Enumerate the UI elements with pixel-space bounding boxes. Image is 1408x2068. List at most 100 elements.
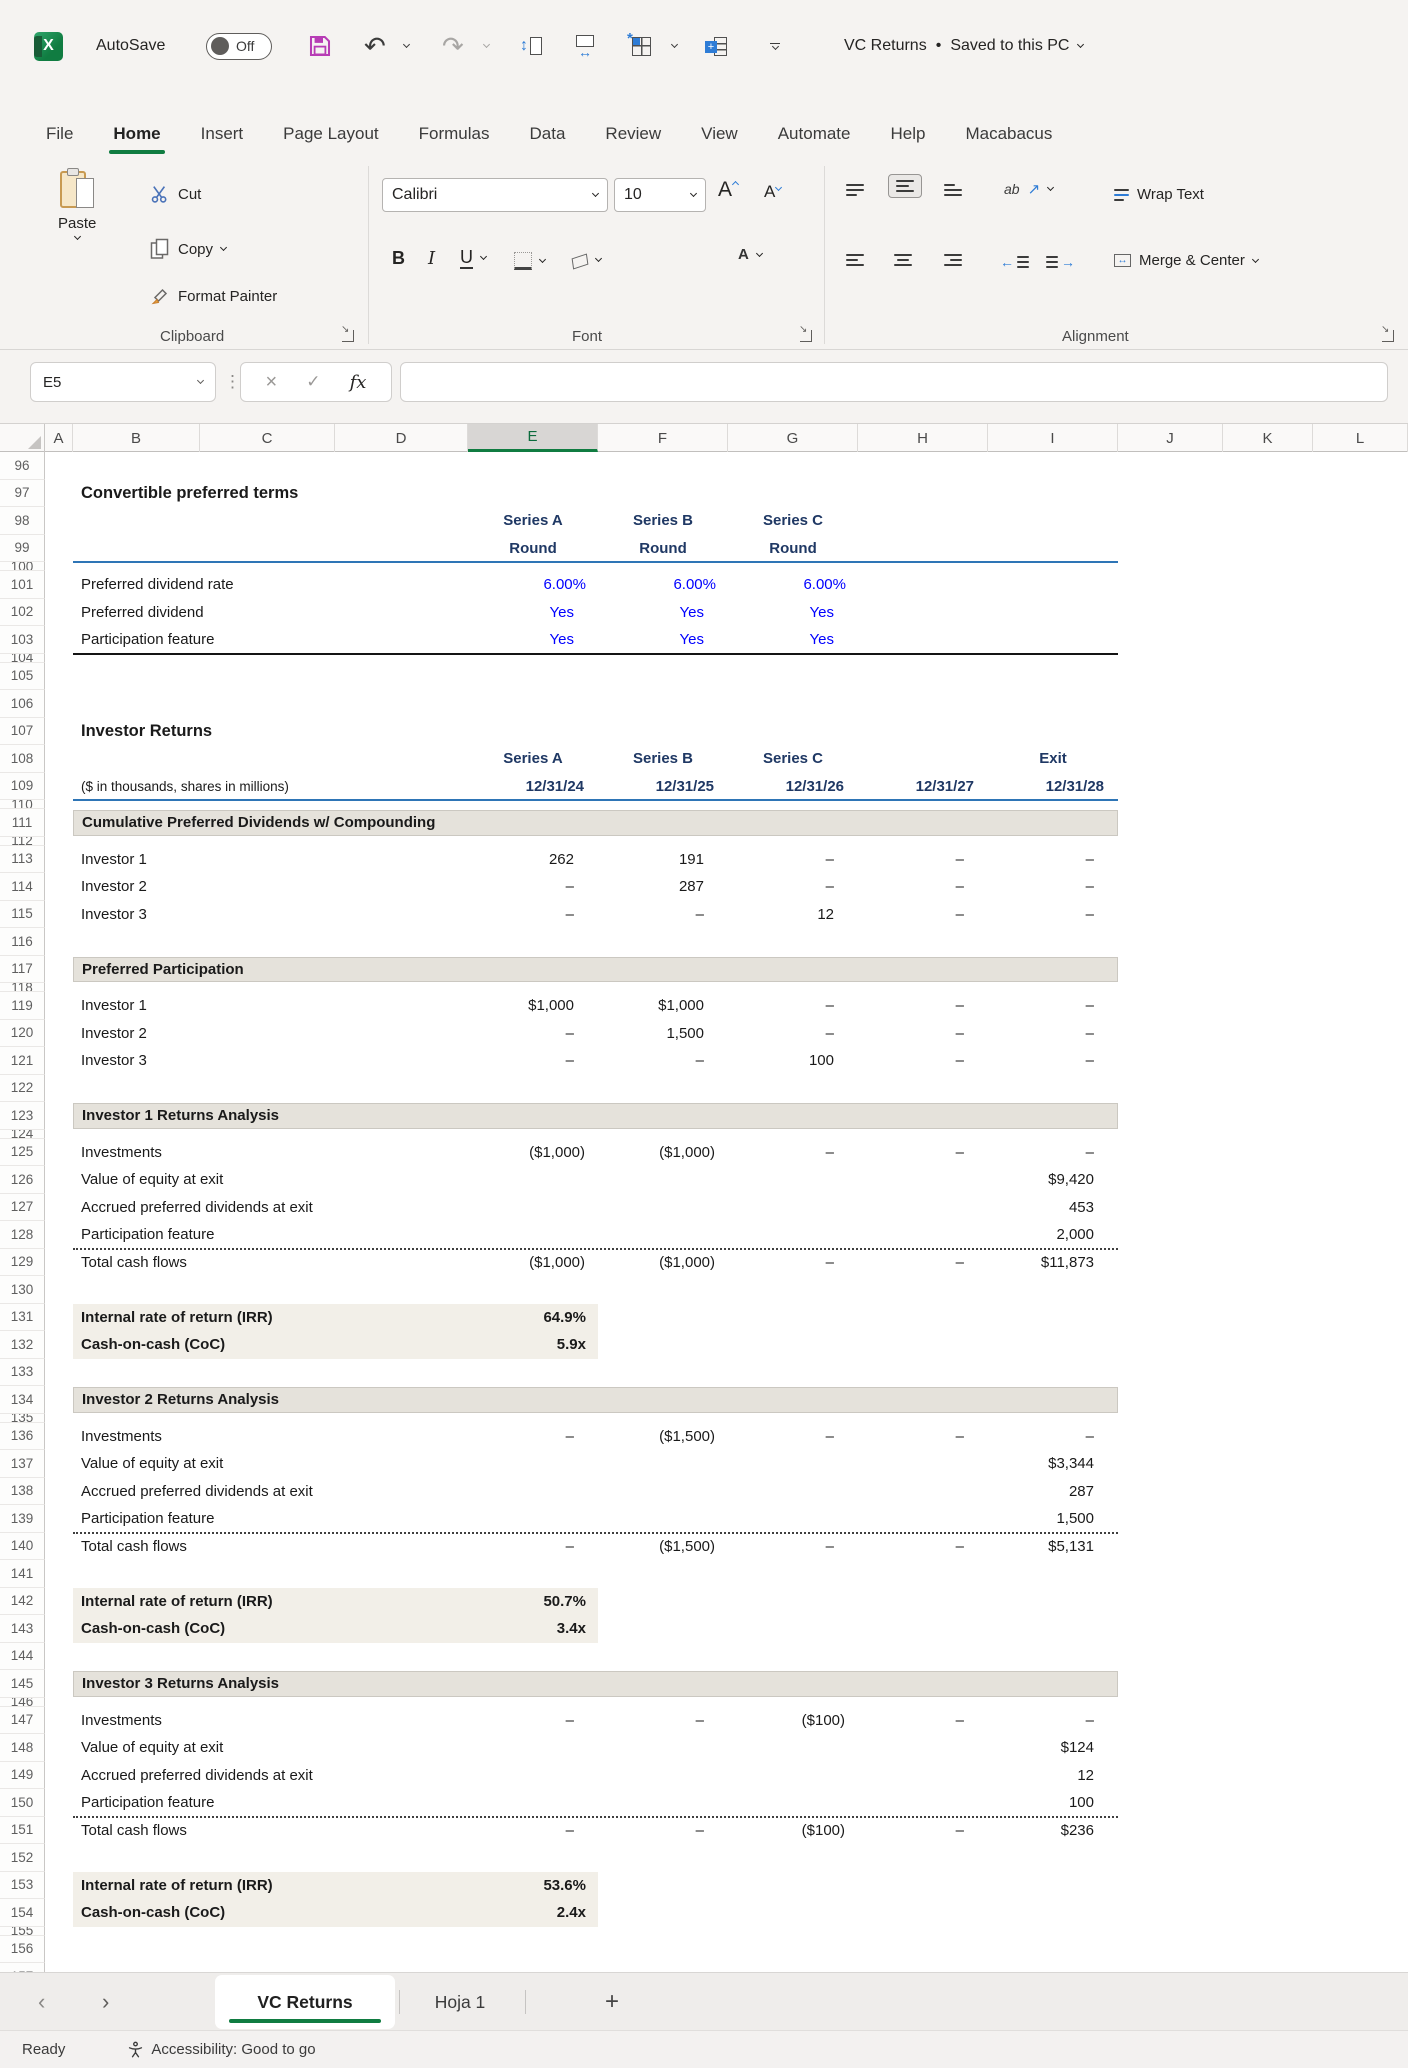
tab-home[interactable]: Home bbox=[93, 112, 180, 156]
row-header-146[interactable]: 146 bbox=[0, 1698, 45, 1707]
cell-G125[interactable]: – bbox=[728, 1139, 858, 1167]
row-header-142[interactable]: 142 bbox=[0, 1588, 45, 1616]
tab-data[interactable]: Data bbox=[510, 112, 586, 156]
qat-overflow-icon[interactable] bbox=[770, 24, 780, 68]
bottom-align-button[interactable] bbox=[944, 184, 962, 196]
cell-G113[interactable]: – bbox=[728, 846, 858, 874]
row-header-126[interactable]: 126 bbox=[0, 1166, 45, 1194]
tab-macabacus[interactable]: Macabacus bbox=[945, 112, 1072, 156]
cell-B127[interactable]: Accrued preferred dividends at exit bbox=[73, 1194, 200, 1222]
tab-view[interactable]: View bbox=[681, 112, 758, 156]
cell-G120[interactable]: – bbox=[728, 1020, 858, 1048]
cell-F115[interactable]: – bbox=[598, 901, 728, 929]
merge-center-button[interactable]: ↔ Merge & Center bbox=[1114, 252, 1258, 269]
row-header-112[interactable]: 112 bbox=[0, 837, 45, 846]
select-all-button[interactable] bbox=[0, 424, 45, 452]
row-header-100[interactable]: 100 bbox=[0, 562, 45, 571]
cell-E151[interactable]: – bbox=[468, 1817, 598, 1845]
cell-B101[interactable]: Preferred dividend rate bbox=[73, 571, 200, 599]
cell-B131[interactable]: Internal rate of return (IRR) bbox=[73, 1304, 200, 1332]
save-icon[interactable] bbox=[308, 24, 332, 68]
cell-F103[interactable]: Yes bbox=[598, 626, 728, 654]
cell-E154[interactable]: 2.4x bbox=[468, 1899, 598, 1927]
cell-E121[interactable]: – bbox=[468, 1047, 598, 1075]
cell-I121[interactable]: – bbox=[988, 1047, 1118, 1075]
previous-sheet-icon[interactable]: ‹ bbox=[38, 1973, 45, 2031]
cell-F119[interactable]: $1,000 bbox=[598, 992, 728, 1020]
row-header-157[interactable]: 157 bbox=[0, 1963, 45, 1972]
cell-G99[interactable]: Round bbox=[728, 535, 858, 563]
cell-G114[interactable]: – bbox=[728, 873, 858, 901]
cell-I151[interactable]: $236 bbox=[988, 1817, 1118, 1845]
cell-I108[interactable]: Exit bbox=[988, 745, 1118, 773]
cell-I148[interactable]: $124 bbox=[988, 1734, 1118, 1762]
excel-logo-icon[interactable]: X bbox=[34, 24, 63, 68]
accessibility-status[interactable]: Accessibility: Good to go bbox=[127, 2041, 315, 2058]
cell-F151[interactable]: – bbox=[598, 1817, 728, 1845]
cell-F140[interactable]: ($1,500) bbox=[598, 1533, 728, 1561]
cell-B119[interactable]: Investor 1 bbox=[73, 992, 200, 1020]
cell-E140[interactable]: – bbox=[468, 1533, 598, 1561]
cell-B103[interactable]: Participation feature bbox=[73, 626, 200, 654]
row-header-127[interactable]: 127 bbox=[0, 1194, 45, 1222]
cell-H147[interactable]: – bbox=[858, 1707, 988, 1735]
middle-align-button[interactable] bbox=[888, 174, 922, 198]
increase-indent-button[interactable]: → bbox=[1046, 254, 1075, 270]
cell-B138[interactable]: Accrued preferred dividends at exit bbox=[73, 1478, 200, 1506]
cell-B142[interactable]: Internal rate of return (IRR) bbox=[73, 1588, 200, 1616]
row-header-113[interactable]: 113 bbox=[0, 846, 45, 874]
row-header-151[interactable]: 151 bbox=[0, 1817, 45, 1845]
cell-B153[interactable]: Internal rate of return (IRR) bbox=[73, 1872, 200, 1900]
cell-E153[interactable]: 53.6% bbox=[468, 1872, 598, 1900]
cell-F109[interactable]: 12/31/25 bbox=[598, 773, 728, 801]
cell-G103[interactable]: Yes bbox=[728, 626, 858, 654]
redo-chevron-icon[interactable] bbox=[484, 24, 489, 68]
column-header-H[interactable]: H bbox=[858, 424, 988, 452]
cell-B139[interactable]: Participation feature bbox=[73, 1505, 200, 1533]
cell-E115[interactable]: – bbox=[468, 901, 598, 929]
row-header-148[interactable]: 148 bbox=[0, 1734, 45, 1762]
cell-E114[interactable]: – bbox=[468, 873, 598, 901]
row-header-156[interactable]: 156 bbox=[0, 1936, 45, 1964]
cell-I140[interactable]: $5,131 bbox=[988, 1533, 1118, 1561]
formula-bar-grip-icon[interactable]: ⋮ bbox=[224, 372, 241, 392]
row-header-144[interactable]: 144 bbox=[0, 1643, 45, 1671]
row-header-97[interactable]: 97 bbox=[0, 480, 45, 508]
cell-E102[interactable]: Yes bbox=[468, 599, 598, 627]
cell-E98[interactable]: Series A bbox=[468, 507, 598, 535]
row-header-98[interactable]: 98 bbox=[0, 507, 45, 535]
cell-H113[interactable]: – bbox=[858, 846, 988, 874]
cell-B121[interactable]: Investor 3 bbox=[73, 1047, 200, 1075]
cell-I139[interactable]: 1,500 bbox=[988, 1505, 1118, 1533]
row-header-109[interactable]: 109 bbox=[0, 773, 45, 801]
align-center-button[interactable] bbox=[894, 254, 912, 266]
cell-E132[interactable]: 5.9x bbox=[468, 1331, 598, 1359]
cell-E119[interactable]: $1,000 bbox=[468, 992, 598, 1020]
cell-E113[interactable]: 262 bbox=[468, 846, 598, 874]
cut-button[interactable]: Cut bbox=[150, 184, 201, 204]
column-header-C[interactable]: C bbox=[200, 424, 335, 452]
insert-cells-icon[interactable] bbox=[706, 24, 727, 68]
row-header-129[interactable]: 129 bbox=[0, 1249, 45, 1277]
column-header-L[interactable]: L bbox=[1313, 424, 1408, 452]
row-header-137[interactable]: 137 bbox=[0, 1450, 45, 1478]
row-header-107[interactable]: 107 bbox=[0, 718, 45, 746]
row-header-140[interactable]: 140 bbox=[0, 1533, 45, 1561]
cell-E109[interactable]: 12/31/24 bbox=[468, 773, 598, 801]
cell-I129[interactable]: $11,873 bbox=[988, 1249, 1118, 1277]
orientation-button[interactable]: ab ↗ bbox=[1004, 180, 1053, 198]
cell-F121[interactable]: – bbox=[598, 1047, 728, 1075]
row-header-105[interactable]: 105 bbox=[0, 663, 45, 691]
row-header-106[interactable]: 106 bbox=[0, 690, 45, 718]
cell-G102[interactable]: Yes bbox=[728, 599, 858, 627]
row-header-125[interactable]: 125 bbox=[0, 1139, 45, 1167]
cell-B113[interactable]: Investor 1 bbox=[73, 846, 200, 874]
cell-G136[interactable]: – bbox=[728, 1423, 858, 1451]
font-size-select[interactable]: 10 bbox=[614, 178, 706, 212]
row-header-117[interactable]: 117 bbox=[0, 956, 45, 984]
cell-B102[interactable]: Preferred dividend bbox=[73, 599, 200, 627]
cell-E125[interactable]: ($1,000) bbox=[468, 1139, 598, 1167]
cell-I147[interactable]: – bbox=[988, 1707, 1118, 1735]
cell-B107[interactable]: Investor Returns bbox=[73, 718, 200, 746]
spreadsheet-grid[interactable]: 96Convertible preferred terms97Series AS… bbox=[0, 452, 1408, 1972]
